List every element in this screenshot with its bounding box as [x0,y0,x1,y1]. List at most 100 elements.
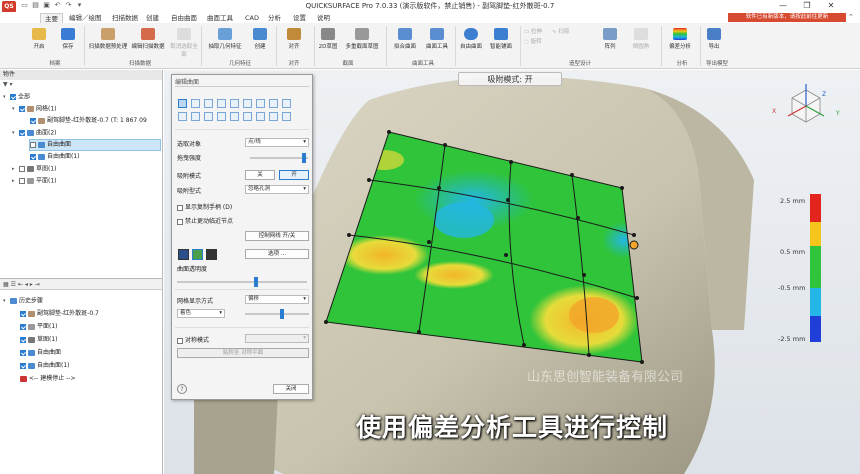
fillet-button[interactable]: 倒圆角 [630,26,652,58]
checkbox[interactable] [20,310,26,317]
list-view-icon[interactable]: ☰ [11,281,16,288]
ribbon-collapse-icon[interactable]: ⌃ [848,13,854,21]
tree-item[interactable]: ▸ 草图(1) [12,164,57,174]
tab-surface-tools[interactable]: 曲面工具 [203,13,237,23]
scan-preprocess-button[interactable]: 扫描数据预处理 [88,26,128,58]
reset-icon[interactable] [282,112,291,121]
rotate-tool-icon[interactable] [217,99,226,108]
flatten-icon[interactable] [204,112,213,121]
tab-settings[interactable]: 设置 [289,13,310,23]
checkbox[interactable] [19,106,25,112]
drag-strength-slider[interactable] [250,157,308,159]
split-tool-icon[interactable] [256,99,265,108]
history-item[interactable]: 平面(1) [20,322,58,332]
view-cube[interactable] [787,84,825,123]
create-button[interactable]: 创建 [249,26,271,58]
extract-feature-button[interactable]: 抽取几何特征 [205,26,245,58]
forward-icon[interactable]: ⇥ [35,281,40,288]
checkbox[interactable] [19,178,25,184]
checkbox[interactable] [20,336,26,343]
sweep-button[interactable]: ∿ 扫掠 [552,27,569,35]
add-row-icon[interactable] [178,112,187,121]
close-button[interactable]: ✕ [820,0,842,12]
disable-edge-checkbox[interactable] [177,218,183,225]
smart-surface-button[interactable]: 智能铺面 [486,26,516,58]
checkbox[interactable] [20,323,26,330]
symmetry-plane-dropdown[interactable]: ▾ [245,334,309,343]
symmetry-checkbox[interactable] [177,337,183,344]
tree-item[interactable]: ▾ 全部 [3,92,30,102]
pattern-button[interactable]: 阵列 [600,26,620,58]
curve-tool-icon[interactable] [243,99,252,108]
select-object-dropdown[interactable]: 点/线 ▾ [245,138,309,147]
next-step-icon[interactable]: ▸ [30,281,33,288]
open-button[interactable]: 开启 [28,26,50,58]
update-notice[interactable]: 软件已有新版本，请按此前往更新 [728,13,846,22]
tree-item[interactable]: 自由曲面(1) [30,152,80,162]
fit-icon[interactable] [256,112,265,121]
deselect-all-button[interactable]: 取消选取全部 [170,26,198,58]
control-grid-toggle-button[interactable]: 控制网线 开/关 [245,231,309,241]
render-mode-icon[interactable] [206,249,217,260]
checkbox[interactable] [30,153,36,160]
history-header[interactable]: ▾ 历史步骤 [3,296,43,306]
edit-scan-button[interactable]: 编辑扫描数据 [130,26,166,58]
transparency-slider[interactable] [177,281,307,283]
snap-on-button[interactable]: 开 [279,170,309,180]
color-dropdown[interactable]: 着色 ▾ [177,309,225,318]
color-thumb[interactable] [280,309,284,319]
options-button[interactable]: 选项 ... [245,249,309,259]
freeform-button[interactable]: 自由曲面 [458,26,484,58]
snap-type-dropdown[interactable]: 忽略孔洞 ▾ [245,185,309,194]
tab-freeform[interactable]: 自由曲面 [167,13,201,23]
tree-view-icon[interactable]: ▦ [3,281,9,288]
align-edge-icon[interactable] [269,112,278,121]
prev-step-icon[interactable]: ◂ [25,281,28,288]
checkbox[interactable] [19,166,25,172]
multi-section-sketch-button[interactable]: 多重截面草图 [342,26,382,58]
minimize-button[interactable]: — [772,0,794,12]
line-tool-icon[interactable] [230,99,239,108]
tab-scan[interactable]: 扫描数据 [108,13,142,23]
symmetry-option[interactable]: 对称模式 [177,335,209,344]
disable-edge-option[interactable]: 禁止更动临近节点 [177,216,233,225]
rollback-icon[interactable]: ⇤ [18,281,23,288]
surface-tools-button[interactable]: 曲面工具 [422,26,452,58]
close-dialog-button[interactable]: 关闭 [273,384,309,394]
checkbox[interactable] [30,117,36,124]
checkbox[interactable] [10,94,16,100]
maximize-button[interactable]: ❐ [796,0,818,12]
history-item[interactable]: 自由曲面(1) [20,361,70,371]
filter-icon[interactable]: ▼ [3,81,8,88]
tree-item[interactable]: ▸ 平面(1) [12,176,57,186]
tab-help[interactable]: 说明 [313,13,334,23]
revolve-button[interactable]: ◌ 旋转 [524,37,542,45]
grid-display-dropdown[interactable]: 偏移 ▾ [245,295,309,304]
shading-swatch-icon[interactable] [192,249,203,260]
transparency-thumb[interactable] [254,277,258,287]
smooth-icon[interactable] [191,112,200,121]
move-tool-icon[interactable] [191,99,200,108]
export-button[interactable]: 导出 [704,26,724,58]
select-tool-icon[interactable] [178,99,187,108]
checkbox[interactable] [20,362,26,369]
help-icon[interactable]: ? [177,384,187,394]
checkbox[interactable] [30,141,36,148]
tab-cad[interactable]: CAD [241,13,263,23]
tree-item[interactable]: ▾ 曲面(2) [12,128,57,138]
show-handles-checkbox[interactable] [177,204,183,211]
show-handles-option[interactable]: 显示复制手柄 (D) [177,202,232,211]
align-button[interactable]: 对齐 [283,26,305,58]
snap-off-button[interactable]: 关 [245,170,275,180]
checkbox[interactable] [20,349,26,356]
merge-tool-icon[interactable] [269,99,278,108]
save-button[interactable]: 保存 [57,26,79,58]
sketch-2d-button[interactable]: 2D草图 [318,26,338,58]
subdivide-icon[interactable] [217,112,226,121]
expand-icon[interactable]: ▾ [10,81,13,88]
history-item[interactable]: 草图(1) [20,335,58,345]
grid-tool-icon[interactable] [282,99,291,108]
wave-icon[interactable] [230,112,239,121]
wave2-icon[interactable] [243,112,252,121]
fit-surface-button[interactable]: 拟合曲面 [390,26,420,58]
